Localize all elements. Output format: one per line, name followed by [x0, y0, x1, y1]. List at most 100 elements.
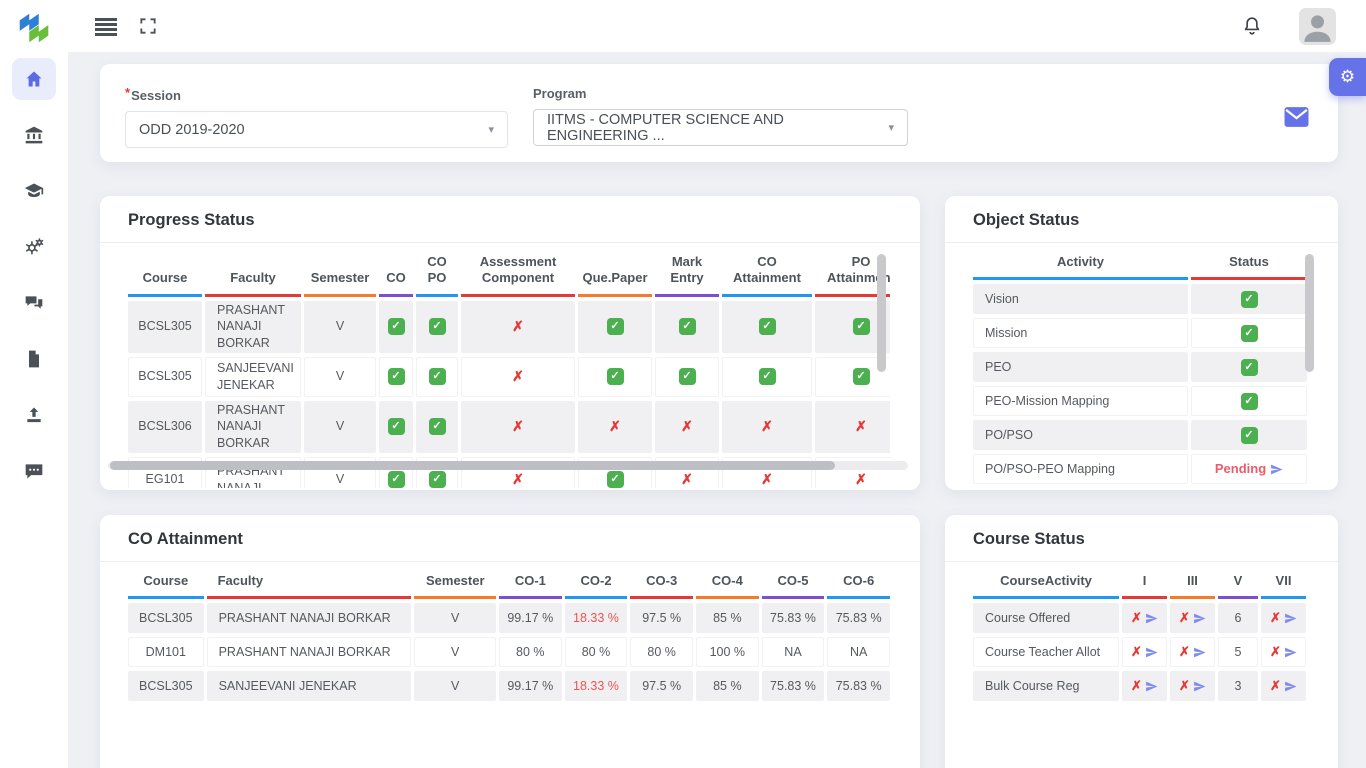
notifications-button[interactable]	[1241, 15, 1263, 42]
table-row: Course Offered ✗ ✗ 6 ✗	[973, 603, 1310, 633]
check-icon: ✓	[388, 418, 405, 435]
cross-icon: ✗	[761, 470, 773, 488]
user-avatar[interactable]	[1299, 8, 1336, 45]
check-icon: ✓	[1241, 393, 1258, 410]
sidebar-item-upload[interactable]	[12, 394, 56, 436]
program-label: Program	[533, 86, 586, 101]
sidebar-item-academics[interactable]	[12, 170, 56, 212]
send-icon[interactable]	[1270, 463, 1283, 476]
gear-icon: ⚙	[1340, 67, 1355, 87]
course-status-table: CourseActivity I III V VII Course Offere…	[973, 569, 1310, 768]
session-field-group: *Session ODD 2019-2020 ▾	[125, 85, 508, 148]
send-icon[interactable]	[1193, 612, 1206, 625]
table-row: Vision ✓	[973, 284, 1310, 314]
check-icon: ✓	[607, 318, 624, 335]
sidebar-item-institution[interactable]	[12, 114, 56, 156]
cross-icon: ✗	[1131, 610, 1142, 627]
table-row: PEO ✓	[973, 352, 1310, 382]
table-row: PEO-Mission Mapping ✓	[973, 386, 1310, 416]
check-icon: ✓	[607, 368, 624, 385]
column-header: CO Attainment	[722, 250, 812, 297]
cross-icon: ✗	[1131, 678, 1142, 695]
topbar	[68, 0, 1366, 52]
cross-icon: ✗	[512, 470, 524, 488]
co-attainment-panel: CO Attainment Course Faculty Semester CO…	[100, 515, 920, 768]
column-header: Course	[128, 569, 204, 599]
session-select-value: ODD 2019-2020	[139, 122, 245, 138]
home-icon	[24, 69, 44, 89]
sidebar-item-settings[interactable]	[12, 226, 56, 268]
co-attainment-table: Course Faculty Semester CO-1 CO-2 CO-3 C…	[128, 569, 890, 768]
send-icon[interactable]	[1284, 680, 1297, 693]
column-header: CO-6	[827, 569, 890, 599]
send-icon[interactable]	[1145, 612, 1158, 625]
column-header: I	[1122, 569, 1167, 599]
cross-icon: ✗	[1179, 610, 1190, 627]
envelope-icon[interactable]	[1283, 105, 1310, 129]
required-marker: *	[125, 85, 130, 100]
column-header: CO PO	[416, 250, 458, 297]
horizontal-scrollbar-thumb[interactable]	[110, 461, 835, 470]
sidebar	[0, 0, 68, 768]
comment-dots-icon	[24, 461, 44, 481]
chevron-down-icon: ▾	[488, 123, 494, 136]
session-filter-card: *Session ODD 2019-2020 ▾ Program IITMS -…	[100, 64, 1338, 162]
vertical-scrollbar[interactable]	[1305, 254, 1314, 372]
fullscreen-button[interactable]	[138, 16, 158, 41]
chevron-down-icon: ▾	[888, 121, 894, 134]
app-logo[interactable]	[13, 8, 55, 48]
menu-toggle-button[interactable]	[95, 18, 117, 38]
sidebar-item-home[interactable]	[12, 58, 56, 100]
institution-icon	[24, 125, 44, 145]
sidebar-item-documents[interactable]	[12, 338, 56, 380]
horizontal-scrollbar[interactable]	[108, 461, 908, 470]
sidebar-item-discussions[interactable]	[12, 282, 56, 324]
session-select[interactable]: ODD 2019-2020 ▾	[125, 111, 508, 148]
sidebar-nav	[0, 58, 68, 492]
table-row: PO/PSO-PEO Mapping Pending	[973, 454, 1310, 484]
sidebar-item-feedback[interactable]	[12, 450, 56, 492]
check-icon: ✓	[429, 368, 446, 385]
send-icon[interactable]	[1193, 646, 1206, 659]
send-icon[interactable]	[1145, 680, 1158, 693]
check-icon: ✓	[1241, 325, 1258, 342]
send-icon[interactable]	[1284, 612, 1297, 625]
cross-icon: ✗	[1270, 610, 1281, 627]
panel-title: Progress Status	[100, 196, 920, 243]
hamburger-icon	[95, 18, 117, 21]
pending-status-label: Pending	[1215, 461, 1266, 478]
panel-title: Object Status	[945, 196, 1338, 243]
program-select-value: IITMS - COMPUTER SCIENCE AND ENGINEERING…	[547, 112, 888, 144]
progress-status-table: Course Faculty Semester CO CO PO Assessm…	[128, 250, 890, 488]
cross-icon: ✗	[512, 317, 524, 335]
session-label: *Session	[125, 88, 181, 103]
column-header: CO-1	[499, 569, 562, 599]
vertical-scrollbar[interactable]	[877, 254, 886, 372]
column-header: III	[1170, 569, 1215, 599]
table-row: BCSL306 PRASHANT NANAJI BORKAR V ✓ ✓ ✗ ✗…	[128, 401, 890, 453]
send-icon[interactable]	[1284, 646, 1297, 659]
column-header: Status	[1191, 250, 1307, 280]
send-icon[interactable]	[1145, 646, 1158, 659]
cross-icon: ✗	[609, 417, 621, 435]
settings-fab-button[interactable]: ⚙	[1329, 58, 1366, 96]
course-status-panel: Course Status CourseActivity I III V VII…	[945, 515, 1338, 768]
check-icon: ✓	[429, 318, 446, 335]
check-icon: ✓	[1241, 427, 1258, 444]
object-status-panel: Object Status Activity Status Vision ✓ M…	[945, 196, 1338, 490]
column-header: CourseActivity	[973, 569, 1119, 599]
cross-icon: ✗	[1270, 678, 1281, 695]
program-select[interactable]: IITMS - COMPUTER SCIENCE AND ENGINEERING…	[533, 109, 908, 146]
graduation-cap-icon	[24, 181, 44, 201]
send-icon[interactable]	[1193, 680, 1206, 693]
check-icon: ✓	[759, 318, 776, 335]
column-header: Semester	[304, 250, 376, 297]
table-row: BCSL305 PRASHANT NANAJI BORKAR V ✓ ✓ ✗ ✓…	[128, 301, 890, 353]
column-header: Mark Entry	[655, 250, 719, 297]
table-row: BCSL305 SANJEEVANI JENEKAR V 99.17 % 18.…	[128, 671, 890, 701]
cross-icon: ✗	[1270, 644, 1281, 661]
check-icon: ✓	[388, 471, 405, 488]
table-row: Mission ✓	[973, 318, 1310, 348]
column-header: Course	[128, 250, 202, 297]
column-header: V	[1218, 569, 1258, 599]
